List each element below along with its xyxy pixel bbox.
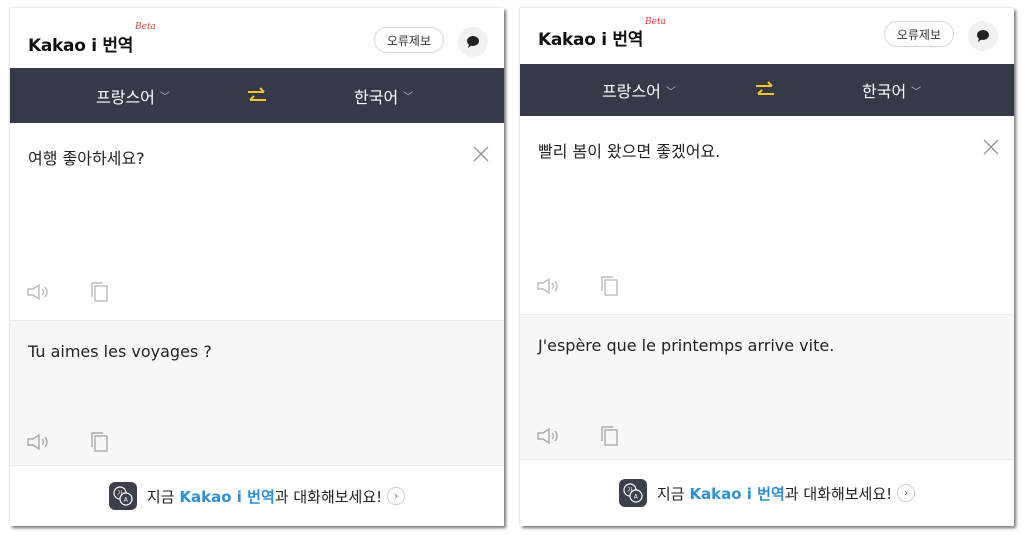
report-error-button[interactable]: 오류제보 bbox=[883, 21, 954, 47]
translated-text: J'espère que le printemps arrive vite. bbox=[538, 336, 835, 355]
app-logo: Kakao i 번역 bbox=[538, 30, 644, 50]
speaker-icon[interactable] bbox=[26, 432, 52, 452]
speaker-icon[interactable] bbox=[536, 276, 562, 296]
promo-brand: Kakao i 번역 bbox=[689, 484, 785, 503]
swap-arrows-icon[interactable] bbox=[754, 80, 776, 100]
chat-bubble-icon bbox=[467, 36, 479, 48]
app-logo: Kakao i 번역 bbox=[28, 36, 134, 56]
translator-panel-left: Kakao i 번역 Beta 오류제보 프랑스어 ﹀ 한국어 ﹀ 여행 좋아하… bbox=[10, 8, 504, 526]
source-language-label: 프랑스어 bbox=[96, 87, 155, 107]
svg-text:가: 가 bbox=[627, 487, 633, 495]
translator-panel-right: Kakao i 번역 Beta 오류제보 프랑스어 ﹀ 한국어 ﹀ 빨리 봄이 … bbox=[520, 8, 1014, 526]
target-language-label: 한국어 bbox=[354, 87, 399, 107]
chat-button[interactable] bbox=[968, 21, 998, 51]
speaker-icon[interactable] bbox=[536, 426, 562, 446]
promo-suffix: 과 대화해보세요! bbox=[274, 487, 383, 506]
source-text-area[interactable]: 여행 좋아하세요? bbox=[10, 123, 504, 320]
chevron-down-icon: ﹀ bbox=[159, 92, 170, 103]
target-language-select[interactable]: 한국어 ﹀ bbox=[862, 64, 921, 116]
source-text[interactable]: 여행 좋아하세요? bbox=[28, 145, 145, 169]
copy-icon[interactable] bbox=[90, 432, 110, 452]
chevron-down-icon: ﹀ bbox=[403, 92, 414, 103]
source-text-area[interactable]: 빨리 봄이 왔으면 좋겠어요. bbox=[520, 116, 1014, 314]
chat-button[interactable] bbox=[458, 27, 488, 57]
copy-icon[interactable] bbox=[90, 282, 110, 302]
source-language-label: 프랑스어 bbox=[602, 82, 661, 101]
close-icon[interactable] bbox=[982, 138, 1000, 156]
swap-arrows-icon[interactable] bbox=[246, 86, 268, 106]
language-bar: 프랑스어 ﹀ 한국어 ﹀ bbox=[520, 64, 1014, 116]
target-text-area: J'espère que le printemps arrive vite. bbox=[520, 315, 1014, 460]
target-language-select[interactable]: 한국어 ﹀ bbox=[354, 68, 413, 123]
chat-promo-link[interactable]: 가 A 지금 Kakao i 번역 과 대화해보세요! › bbox=[520, 460, 1014, 526]
report-error-button[interactable]: 오류제보 bbox=[373, 27, 444, 53]
close-icon[interactable] bbox=[472, 145, 490, 163]
speaker-icon[interactable] bbox=[26, 282, 52, 302]
kakao-translate-app-icon: 가 A bbox=[618, 479, 647, 507]
chevron-down-icon: ﹀ bbox=[665, 86, 676, 98]
app-header: Kakao i 번역 Beta 오류제보 bbox=[520, 8, 1014, 64]
beta-badge: Beta bbox=[135, 22, 156, 32]
chevron-down-icon: ﹀ bbox=[911, 86, 922, 98]
app-header: Kakao i 번역 Beta 오류제보 bbox=[10, 8, 504, 68]
source-language-select[interactable]: 프랑스어 ﹀ bbox=[96, 68, 170, 123]
chat-bubble-icon bbox=[977, 30, 989, 42]
promo-prefix: 지금 bbox=[146, 487, 175, 506]
translated-text: Tu aimes les voyages ? bbox=[28, 342, 212, 361]
svg-text:가: 가 bbox=[117, 490, 123, 498]
promo-footer: 가 A 지금 Kakao i 번역 과 대화해보세요! › bbox=[10, 465, 504, 526]
beta-badge: Beta bbox=[645, 17, 666, 27]
chat-promo-link[interactable]: 가 A 지금 Kakao i 번역 과 대화해보세요! › bbox=[10, 466, 504, 526]
promo-suffix: 과 대화해보세요! bbox=[784, 484, 893, 503]
promo-footer: 가 A 지금 Kakao i 번역 과 대화해보세요! › bbox=[520, 459, 1014, 526]
target-language-label: 한국어 bbox=[862, 82, 907, 101]
source-language-select[interactable]: 프랑스어 ﹀ bbox=[602, 64, 676, 116]
chevron-right-icon: › bbox=[897, 484, 916, 502]
target-text-area: Tu aimes les voyages ? bbox=[10, 321, 504, 466]
language-bar: 프랑스어 ﹀ 한국어 ﹀ bbox=[10, 68, 504, 123]
copy-icon[interactable] bbox=[600, 426, 620, 446]
promo-prefix: 지금 bbox=[656, 484, 685, 503]
source-text[interactable]: 빨리 봄이 왔으면 좋겠어요. bbox=[538, 138, 720, 162]
chevron-right-icon: › bbox=[387, 487, 406, 505]
promo-brand: Kakao i 번역 bbox=[179, 487, 275, 506]
kakao-translate-app-icon: 가 A bbox=[108, 482, 137, 510]
copy-icon[interactable] bbox=[600, 276, 620, 296]
